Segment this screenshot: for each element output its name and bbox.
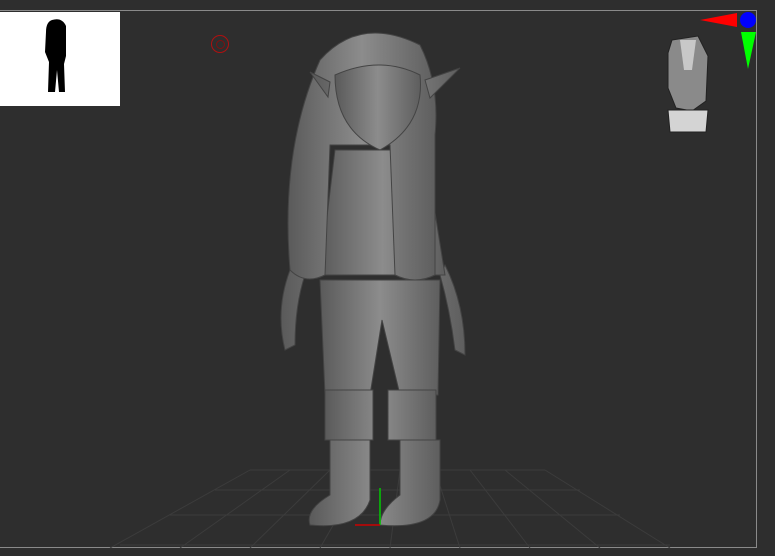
navigation-widgets: [355, 12, 756, 526]
y-axis-arrow-icon: [741, 32, 756, 69]
z-axis-dot-icon: [740, 12, 756, 28]
x-axis-arrow-icon: [700, 13, 737, 27]
head-orientation-icon: [667, 35, 709, 133]
zbrush-viewport[interactable]: [0, 0, 775, 556]
